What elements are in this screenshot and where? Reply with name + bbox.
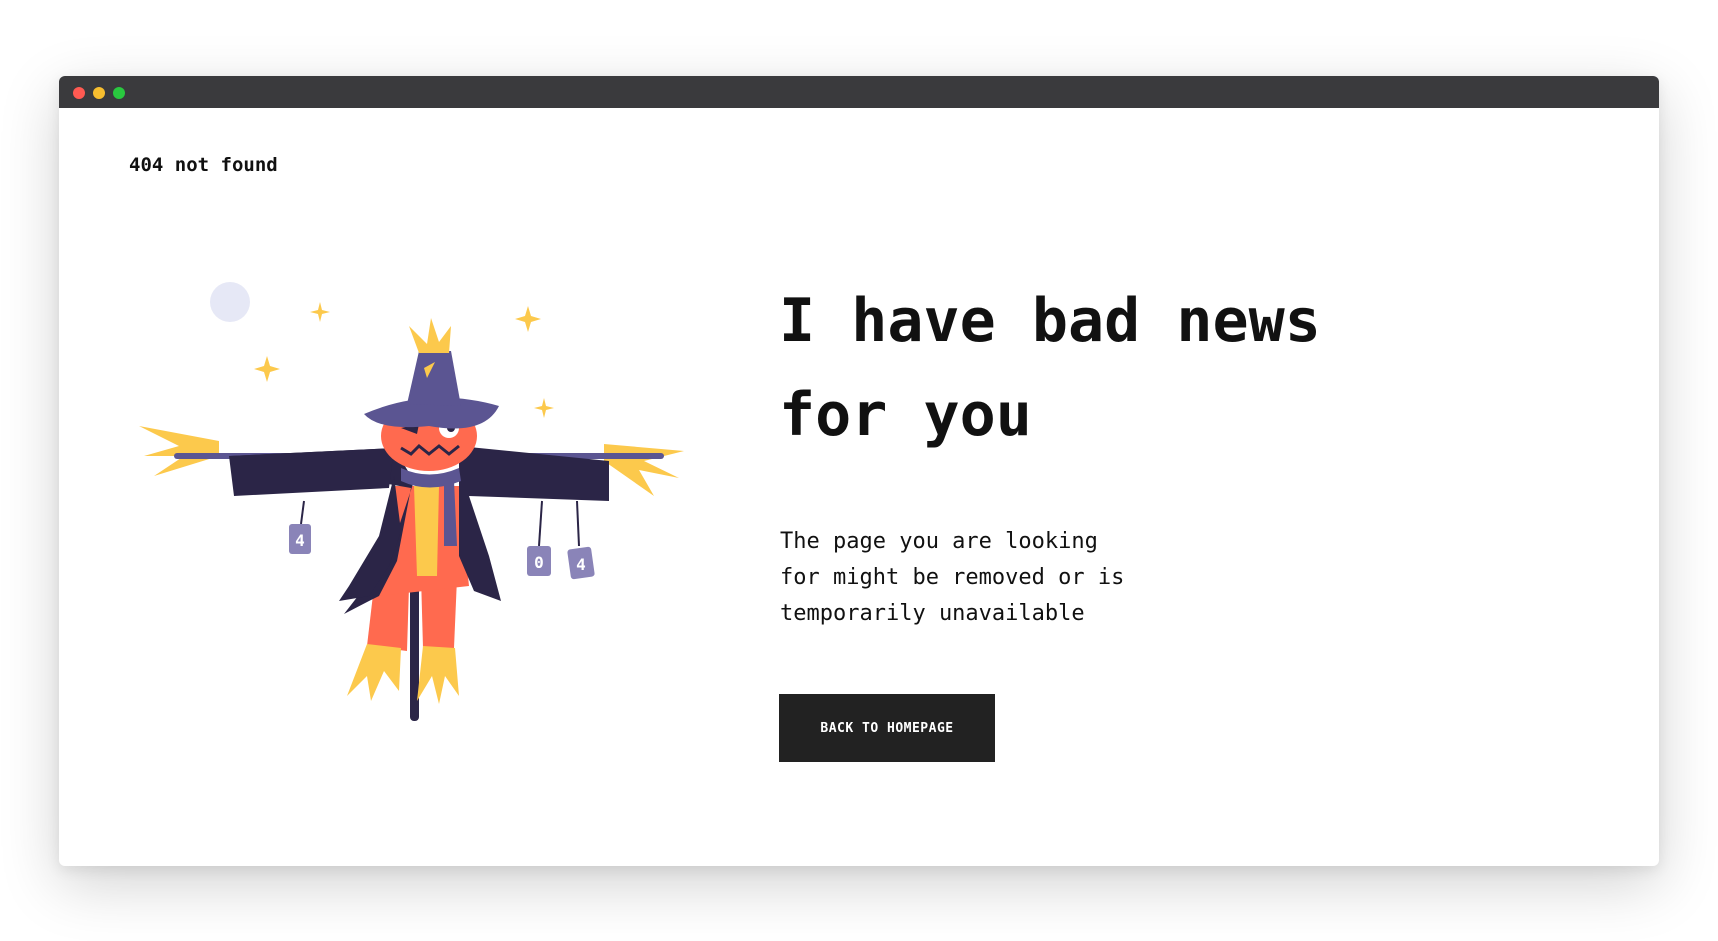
sparkle-icons xyxy=(254,302,554,418)
description-line-2: for might be removed or is xyxy=(780,565,1125,590)
pole xyxy=(410,586,419,721)
moon-icon xyxy=(210,282,250,322)
scarecrow-illustration: 4 0 4 xyxy=(139,282,684,721)
close-window-button[interactable] xyxy=(73,87,85,99)
minimize-window-button[interactable] xyxy=(93,87,105,99)
svg-text:4: 4 xyxy=(576,555,586,574)
svg-text:0: 0 xyxy=(534,553,544,572)
window-titlebar xyxy=(59,76,1659,108)
back-to-homepage-button[interactable]: BACK TO HOMEPAGE xyxy=(779,694,995,762)
page-description: The page you are looking for might be re… xyxy=(780,524,1160,632)
maximize-window-button[interactable] xyxy=(113,87,125,99)
can-right: 4 xyxy=(567,500,595,580)
page-headline: I have bad news for you xyxy=(779,274,1479,462)
headline-line-2: for you xyxy=(779,380,1032,450)
browser-window: 404 not found 4 0 4 I have bad news for … xyxy=(59,76,1659,866)
description-line-3: temporarily unavailable xyxy=(780,601,1085,626)
left-straw-hand xyxy=(139,426,219,476)
description-line-1: The page you are looking xyxy=(780,529,1098,554)
right-straw-hand xyxy=(604,444,684,496)
headline-line-1: I have bad news xyxy=(779,286,1321,356)
can-middle: 0 xyxy=(527,500,551,576)
svg-text:4: 4 xyxy=(295,531,305,550)
site-logo-text[interactable]: 404 not found xyxy=(129,154,278,176)
can-left: 4 xyxy=(289,500,311,554)
